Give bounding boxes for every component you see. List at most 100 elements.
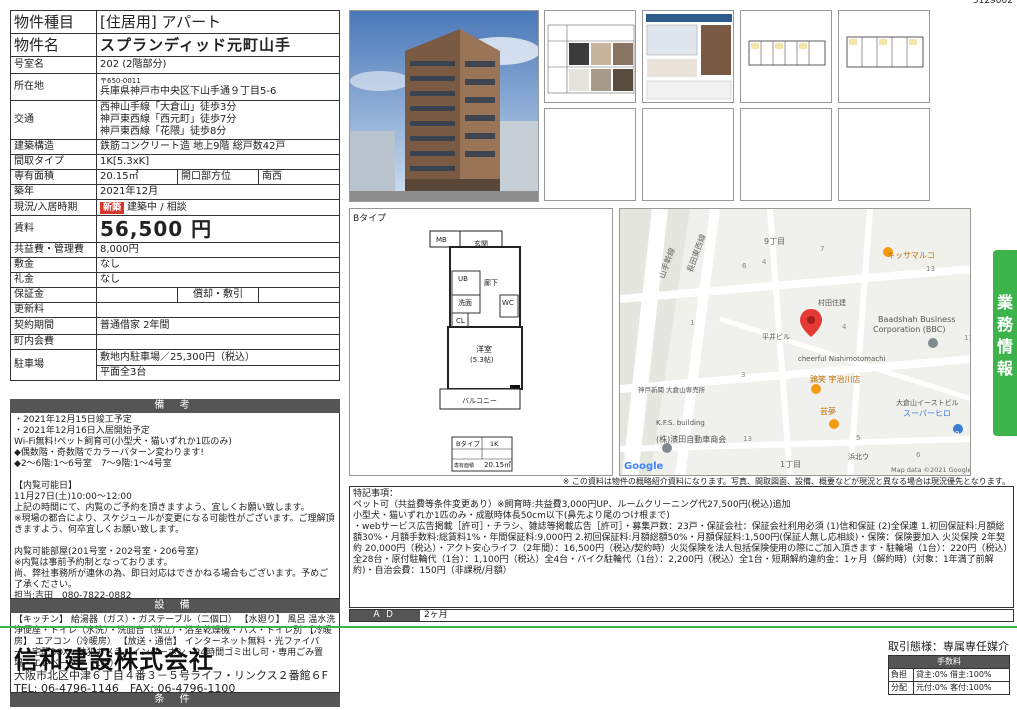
name-label: 物件名 (10, 33, 97, 57)
plan-room-label: 洋室 (476, 344, 492, 354)
thumb-empty (544, 108, 636, 201)
map-number: 6 (916, 451, 921, 459)
map-label: (株)濱田自動車商会 (656, 434, 726, 444)
location-map[interactable]: キッサマルコ Baadshah Business Corporation (BB… (619, 208, 971, 476)
plan-balcony-label: バルコニー (462, 397, 497, 405)
new-build-badge: 新築 (100, 201, 125, 214)
special-notes: 特記事項： ペット可（共益費等条件変更あり）※飼育時:共益費3,000円UP、ル… (349, 486, 1014, 608)
key-money-value: なし (96, 272, 340, 288)
map-number: 1 (690, 319, 694, 327)
guarantee-label: 保証金 (10, 287, 97, 303)
map-label: 神戸新聞 大倉山専売所 (638, 385, 706, 394)
remarks-band: 備 考 (10, 399, 340, 413)
layout-label: 間取タイプ (10, 154, 97, 170)
plan-cl-label: CL (456, 317, 465, 325)
map-number: 4 (762, 258, 767, 266)
contract-label: 契約期間 (10, 317, 97, 335)
plan-tag-layout: 1K (490, 440, 499, 448)
thumb-empty (740, 108, 832, 201)
transaction-type: 取引態様：専属専任媒介 (888, 640, 1009, 653)
structure-label: 建築構造 (10, 139, 97, 155)
guarantee-value (96, 287, 178, 303)
rent-label: 賃料 (10, 215, 97, 243)
floor-plan[interactable]: Bタイプ MB 玄関 UB 廊下 洗面 WC CL 洋室 (5.3帖) バルコニ… (349, 208, 613, 476)
transit-cell: 西神山手線「大倉山」徒歩3分 神戸東西線「西元町」徒歩7分 神戸東西線「花隈」徒… (96, 100, 340, 140)
area-label: 専有面積 (10, 169, 97, 185)
plan-wash-label: 洗面 (458, 298, 472, 307)
thumb-brochure[interactable] (642, 10, 734, 103)
map-label: スーパーヒロ (903, 409, 951, 418)
map-number: 3 (741, 371, 745, 379)
plan-wc-label: WC (502, 299, 514, 307)
map-label: Google (624, 461, 664, 472)
aspect-value: 南西 (258, 169, 340, 185)
transit-line: 西神山手線「大倉山」徒歩3分 (100, 102, 237, 113)
company-tel: TEL: 06-4796-1146 FAX: 06-4796-1100 (14, 682, 236, 695)
area-value: 20.15㎡ (96, 169, 178, 185)
map-label: cheerful Nishimotomachi (798, 355, 886, 363)
parking-value: 敷地内駐車場／25,300円（税込） (96, 349, 340, 366)
address-value: 兵庫県神戸市中央区下山手通９丁目5-6 (100, 85, 277, 97)
built-label: 築年 (10, 184, 97, 200)
address-cell: 〒650-0011 兵庫県神戸市中央区下山手通９丁目5-6 (96, 73, 340, 101)
burden-value: 貸主:0% 借主:100% (913, 668, 1010, 682)
map-label: 村田住建 (818, 298, 846, 307)
map-label: Baadshah Business (878, 315, 955, 324)
transit-line: 神戸東西線「西元町」徒歩7分 (100, 114, 237, 125)
map-label: 平井ビル (762, 332, 790, 341)
type-label: 物件種目 (10, 10, 97, 34)
document-number: 5129002 (972, 0, 1013, 6)
map-number: 13 (926, 265, 935, 273)
thumb-empty (642, 108, 734, 201)
map-label: 浜北ウ (848, 452, 869, 461)
remarks-text: ・2021年12月15日竣工予定 ・2021年12月16日入居開始予定 Wi-F… (10, 413, 340, 599)
parking-count: 平面全3台 (96, 365, 340, 381)
status-cell: 新築 建築中 / 相談 (96, 199, 340, 216)
layout-value: 1K[5.3xK] (96, 154, 340, 170)
address-label: 所在地 (10, 73, 97, 101)
transit-label: 交通 (10, 100, 97, 140)
structure-value: 鉄筋コンクリート造 地上9階 総戸数42戸 (96, 139, 340, 155)
parking-label: 駐車場 (10, 349, 97, 381)
map-label: K.F.S. building (656, 419, 705, 427)
town-fee-value (96, 334, 340, 350)
map-label: 大倉山イーストビル (896, 398, 959, 407)
map-label: Corporation (BBC) (873, 325, 945, 334)
transit-line: 神戸東西線「花隈」徒歩8分 (100, 126, 227, 137)
thumb-color-pattern[interactable] (544, 10, 636, 103)
distribution-value: 元付:0% 客付:100% (913, 681, 1010, 695)
guarantee-amortization-value (258, 287, 340, 303)
plan-entry-label: 玄関 (474, 239, 488, 248)
ad-label: ＡＤ (350, 610, 420, 621)
plan-mb-label: MB (436, 236, 447, 244)
key-money-label: 礼金 (10, 272, 97, 288)
status-label: 現況/入居時期 (10, 199, 97, 216)
building-photo (349, 10, 539, 202)
map-label: 1丁目 (780, 460, 801, 469)
thumb-floorplan-2[interactable] (838, 10, 930, 103)
map-number: 7 (820, 245, 824, 253)
renewal-value (96, 302, 340, 318)
zip-code: 〒650-0011 (100, 76, 141, 85)
built-value: 2021年12月 (96, 184, 340, 200)
property-spec-table: 物件種目 [住居用] アパート 物件名 スプランディッド元町山手 号室名 202… (10, 10, 340, 381)
renewal-label: 更新料 (10, 302, 97, 318)
thumb-floorplan-1[interactable] (740, 10, 832, 103)
fee-value: 8,000円 (96, 242, 340, 258)
room-label: 号室名 (10, 56, 97, 74)
plan-room-size: (5.3帖) (470, 355, 494, 364)
fee-label: 共益費・管理費 (10, 242, 97, 258)
status-value: 建築中 / 相談 (127, 201, 187, 213)
map-label: 芸夢 (820, 406, 836, 416)
room-value: 202 (2階部分) (96, 56, 340, 74)
map-number: 11 (964, 334, 971, 342)
business-info-tab[interactable]: 業務情報 (993, 250, 1017, 436)
aspect-label: 開口部方位 (177, 169, 259, 185)
type-value: [住居用] アパート (96, 10, 340, 34)
map-number: 6 (742, 262, 747, 270)
plan-tag-area: 20.15㎡ (484, 461, 511, 469)
ad-row: ＡＤ 2ヶ月 (349, 609, 1014, 622)
plan-tag-type: Bタイプ (456, 439, 480, 448)
ad-value: 2ヶ月 (424, 610, 448, 620)
commission-header: 手数料 (888, 655, 1010, 669)
